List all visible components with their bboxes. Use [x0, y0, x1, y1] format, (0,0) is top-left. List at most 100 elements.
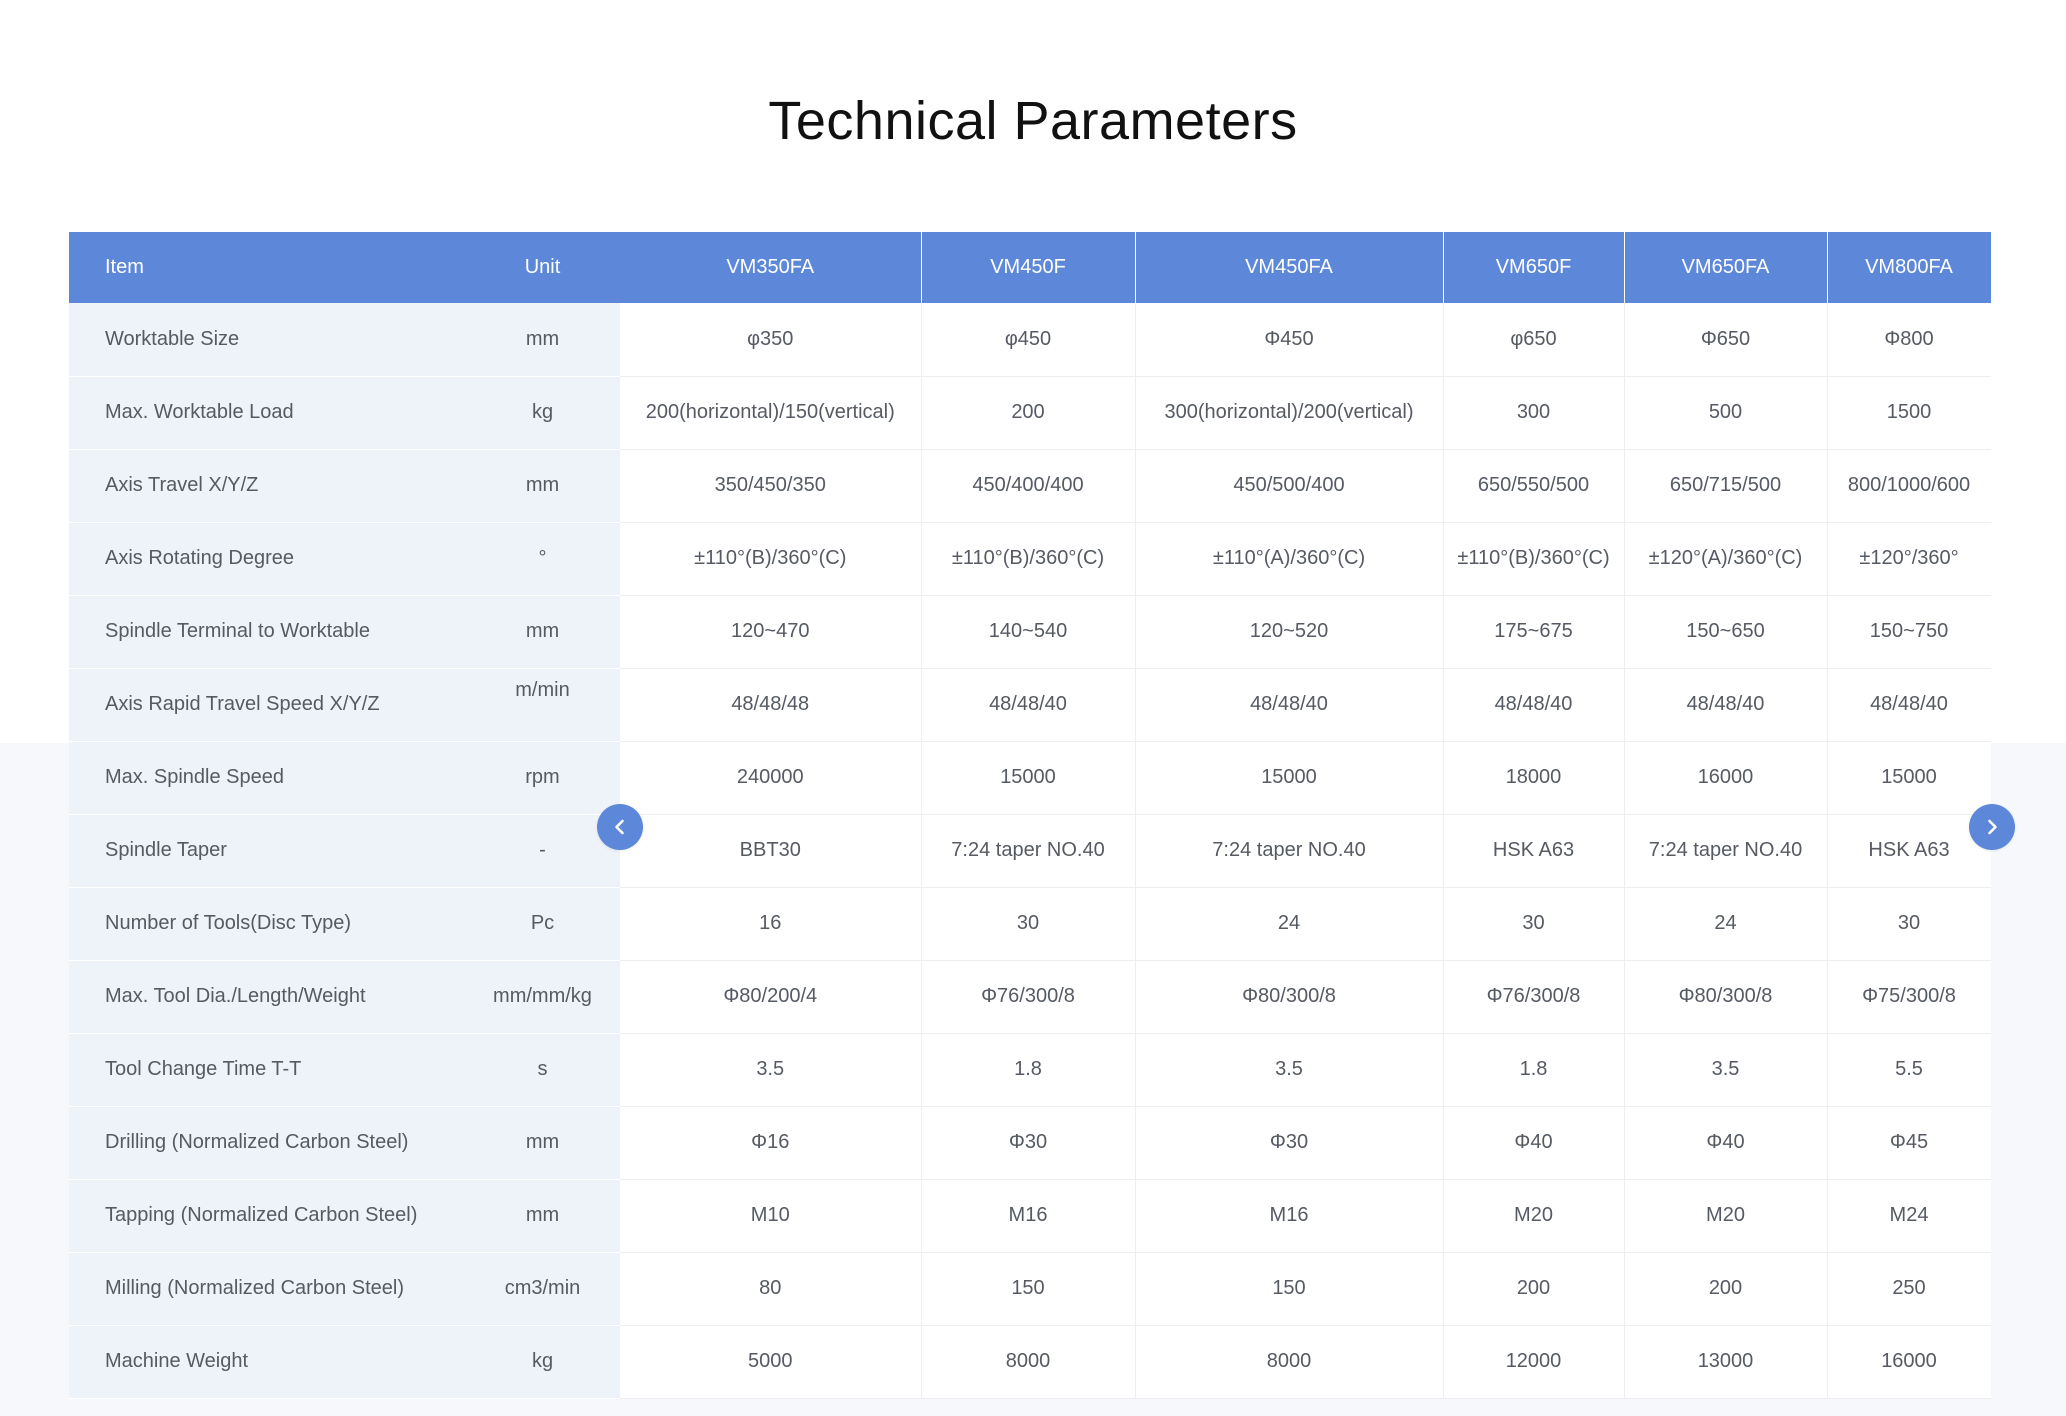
prev-button[interactable] [597, 804, 643, 850]
next-button[interactable] [1969, 804, 2015, 850]
item-label: Number of Tools(Disc Type) [69, 887, 465, 961]
value-cell: 3.5 [1135, 1033, 1444, 1107]
value-cell: 175~675 [1443, 595, 1625, 669]
item-label: Spindle Terminal to Worktable [69, 595, 465, 669]
value-cell: 150 [921, 1252, 1136, 1326]
parameters-table: Item Unit VM350FA VM450F VM450FA VM650F VM650F… [69, 232, 1991, 1399]
table-row: Axis Rapid Travel Speed X/Y/Z m/min 48/48/… [69, 668, 1991, 742]
header-model: VM800FA [1827, 232, 1991, 303]
value-cell: ±110°(A)/360°(C) [1135, 522, 1444, 596]
value-cell: 150 [1135, 1252, 1444, 1326]
page-title: Technical Parameters [768, 91, 1298, 151]
table-row: Drilling (Normalized Carbon Steel) mm Φ16 Φ… [69, 1106, 1991, 1180]
value-cell: ±120°(A)/360°(C) [1624, 522, 1828, 596]
value-cell: φ450 [921, 303, 1136, 377]
table-row: Machine Weight kg 5000 8000 8000 12000 13000 16… [69, 1325, 1991, 1399]
value-cell: Φ30 [1135, 1106, 1444, 1180]
value-cell: 16 [620, 887, 922, 961]
unit-cell: mm [465, 1179, 620, 1253]
value-cell: 1.8 [921, 1033, 1136, 1107]
value-cell: 30 [1827, 887, 1991, 961]
value-cell: ±110°(B)/360°(C) [1443, 522, 1625, 596]
header-model: VM350FA [620, 232, 922, 303]
value-cell: 24 [1135, 887, 1444, 961]
value-cell: 500 [1624, 376, 1828, 450]
unit-cell: cm3/min [465, 1252, 620, 1326]
table-row: Number of Tools(Disc Type) Pc 16 30 24 30 24 30 [69, 887, 1991, 961]
value-cell: 800/1000/600 [1827, 449, 1991, 523]
item-label: Max. Spindle Speed [69, 741, 465, 815]
value-cell: 48/48/40 [1443, 668, 1625, 742]
value-cell: 16000 [1827, 1325, 1991, 1399]
table-row: Worktable Size mm φ350 φ450 Φ450 φ650 Φ650 Φ800 [69, 303, 1991, 377]
value-cell: Φ650 [1624, 303, 1828, 377]
table-header-row: Item Unit VM350FA VM450F VM450FA VM650F VM650F… [69, 232, 1991, 303]
value-cell: 12000 [1443, 1325, 1625, 1399]
value-cell: 200 [921, 376, 1136, 450]
value-cell: ±110°(B)/360°(C) [921, 522, 1136, 596]
value-cell: 13000 [1624, 1325, 1828, 1399]
value-cell: 7:24 taper NO.40 [1135, 814, 1444, 888]
value-cell: 16000 [1624, 741, 1828, 815]
value-cell: φ350 [620, 303, 922, 377]
value-cell: 350/450/350 [620, 449, 922, 523]
value-cell: 450/400/400 [921, 449, 1136, 523]
item-label: Worktable Size [69, 303, 465, 377]
value-cell: 15000 [1135, 741, 1444, 815]
value-cell: M10 [620, 1179, 922, 1253]
value-cell: 7:24 taper NO.40 [921, 814, 1136, 888]
value-cell: 200(horizontal)/150(vertical) [620, 376, 922, 450]
value-cell: Φ75/300/8 [1827, 960, 1991, 1034]
value-cell: φ650 [1443, 303, 1625, 377]
value-cell: ±110°(B)/360°(C) [620, 522, 922, 596]
item-label: Axis Rapid Travel Speed X/Y/Z [69, 668, 465, 742]
table-row: Tapping (Normalized Carbon Steel) mm M10 M1… [69, 1179, 1991, 1253]
value-cell: Φ450 [1135, 303, 1444, 377]
value-cell: 1.8 [1443, 1033, 1625, 1107]
value-cell: 5000 [620, 1325, 922, 1399]
parameters-table-container[interactable]: Item Unit VM350FA VM450F VM450FA VM650F VM650F… [69, 232, 1991, 1416]
unit-cell: mm [465, 1106, 620, 1180]
value-cell: 7:24 taper NO.40 [1624, 814, 1828, 888]
value-cell: 120~520 [1135, 595, 1444, 669]
value-cell: 200 [1624, 1252, 1828, 1326]
value-cell: 120~470 [620, 595, 922, 669]
table-row: Milling (Normalized Carbon Steel) cm3/min… [69, 1252, 1991, 1326]
item-label: Axis Travel X/Y/Z [69, 449, 465, 523]
value-cell: 48/48/40 [1135, 668, 1444, 742]
unit-cell: kg [465, 376, 620, 450]
table-body: Worktable Size mm φ350 φ450 Φ450 φ650 Φ650 Φ800… [69, 303, 1991, 1399]
value-cell: Φ40 [1443, 1106, 1625, 1180]
table-row: Spindle Taper - BBT30 7:24 taper NO.40 7:24 … [69, 814, 1991, 888]
value-cell: Φ80/300/8 [1135, 960, 1444, 1034]
value-cell: HSK A63 [1443, 814, 1625, 888]
value-cell: M16 [921, 1179, 1136, 1253]
value-cell: Φ80/300/8 [1624, 960, 1828, 1034]
header-model: VM650F [1443, 232, 1625, 303]
value-cell: Φ76/300/8 [921, 960, 1136, 1034]
unit-cell: mm [465, 449, 620, 523]
item-label: Tapping (Normalized Carbon Steel) [69, 1179, 465, 1253]
header-item: Item [69, 232, 465, 303]
chevron-right-icon [1988, 819, 1997, 835]
value-cell: 650/550/500 [1443, 449, 1625, 523]
value-cell: 5.5 [1827, 1033, 1991, 1107]
header-model: VM450FA [1135, 232, 1444, 303]
value-cell: 30 [1443, 887, 1625, 961]
value-cell: Φ45 [1827, 1106, 1991, 1180]
value-cell: Φ76/300/8 [1443, 960, 1625, 1034]
item-label: Max. Tool Dia./Length/Weight [69, 960, 465, 1034]
value-cell: Φ800 [1827, 303, 1991, 377]
value-cell: HSK A63 [1827, 814, 1991, 888]
value-cell: M16 [1135, 1179, 1444, 1253]
unit-cell: s [465, 1033, 620, 1107]
unit-cell: mm [465, 595, 620, 669]
value-cell: Φ30 [921, 1106, 1136, 1180]
unit-cell: kg [465, 1325, 620, 1399]
unit-cell: mm/mm/kg [465, 960, 620, 1034]
value-cell: 240000 [620, 741, 922, 815]
value-cell: 18000 [1443, 741, 1625, 815]
header-model: VM450F [921, 232, 1136, 303]
value-cell: 650/715/500 [1624, 449, 1828, 523]
value-cell: 48/48/40 [921, 668, 1136, 742]
